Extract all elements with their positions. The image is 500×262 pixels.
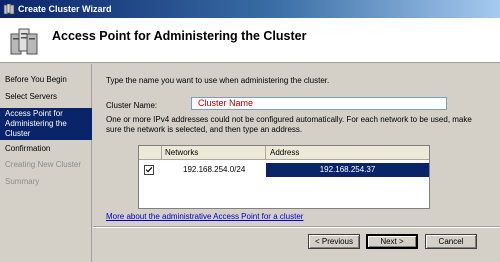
wizard-header: Access Point for Administering the Clust… — [0, 18, 500, 63]
table-row[interactable]: 192.168.254.0/24 192.168.254.37 — [139, 163, 429, 177]
step-access-point[interactable]: Access Point for Administering the Clust… — [0, 108, 92, 140]
column-separator — [161, 146, 162, 160]
title-bar: Create Cluster Wizard — [0, 0, 500, 18]
page-title: Access Point for Administering the Clust… — [52, 29, 307, 43]
column-header-networks[interactable]: Networks — [165, 148, 198, 157]
window-title: Create Cluster Wizard — [18, 4, 112, 14]
checkmark-icon — [145, 167, 153, 173]
step-confirmation[interactable]: Confirmation — [0, 144, 92, 154]
cluster-name-input[interactable]: Cluster Name — [191, 97, 447, 110]
address-cell[interactable]: 192.168.254.37 — [266, 163, 429, 177]
more-info-link[interactable]: More about the administrative Access Poi… — [106, 212, 303, 221]
wizard-content: Type the name you want to use when admin… — [93, 64, 500, 262]
cancel-button[interactable]: Cancel — [425, 234, 477, 249]
column-header-address[interactable]: Address — [270, 148, 299, 157]
previous-button[interactable]: < Previous — [308, 234, 360, 249]
ipv4-note-line1: One or more IPv4 addresses could not be … — [106, 115, 472, 124]
cluster-name-label: Cluster Name: — [106, 101, 158, 110]
instruction-text: Type the name you want to use when admin… — [106, 76, 330, 85]
networks-grid[interactable]: Networks Address 192.168.254.0/24 192.16… — [138, 145, 430, 209]
step-select-servers[interactable]: Select Servers — [0, 92, 92, 102]
network-checkbox[interactable] — [144, 165, 154, 175]
next-button[interactable]: Next > — [366, 234, 418, 249]
step-summary: Summary — [5, 177, 40, 186]
column-separator — [265, 146, 266, 160]
ipv4-note-line2: sure the network is selected, and then t… — [106, 125, 303, 134]
grid-header: Networks Address — [139, 146, 429, 160]
cluster-wizard-icon — [3, 3, 15, 15]
footer-divider — [93, 226, 500, 228]
step-creating-new-cluster: Creating New Cluster — [5, 160, 82, 169]
step-before-you-begin[interactable]: Before You Begin — [0, 75, 92, 85]
wizard-steps-sidebar: Before You Begin Select Servers Access P… — [0, 64, 92, 262]
cluster-servers-icon — [10, 28, 38, 55]
network-cell: 192.168.254.0/24 — [183, 165, 246, 174]
